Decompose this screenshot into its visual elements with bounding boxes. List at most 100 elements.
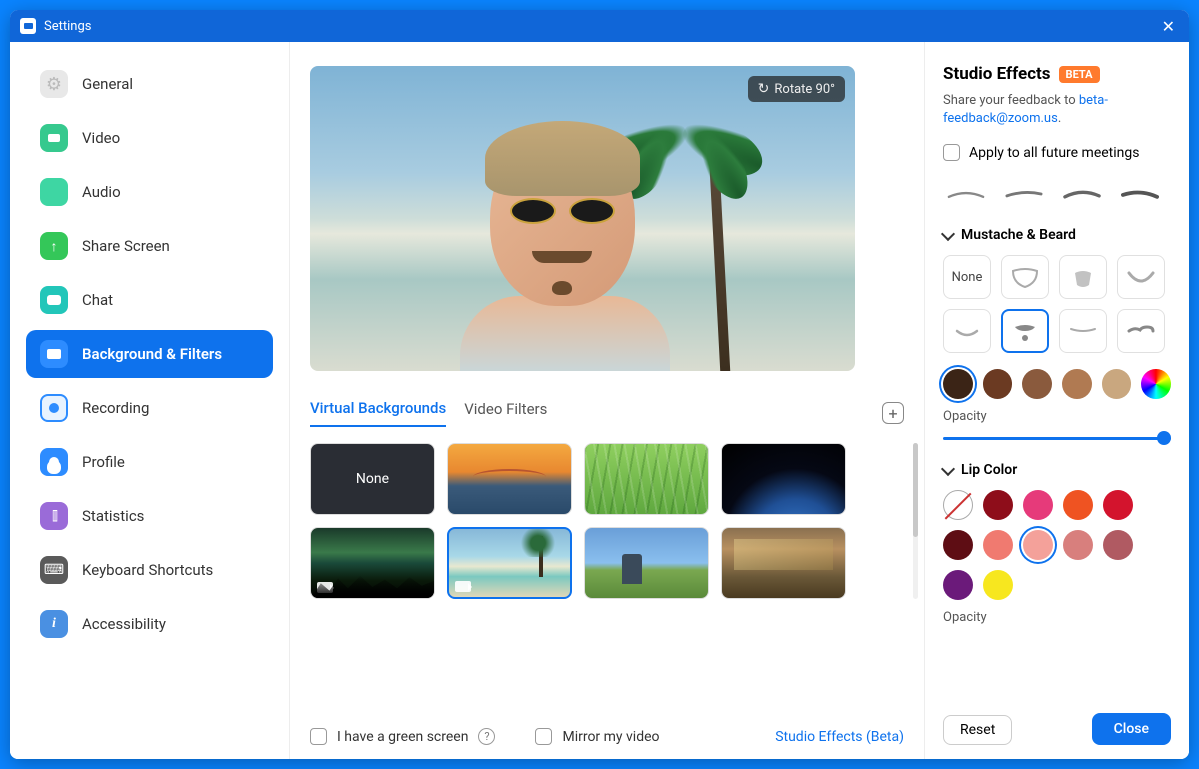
beard-color-wheel[interactable] (1141, 369, 1171, 399)
lip-color-swatch[interactable] (1063, 490, 1093, 520)
video-indicator-icon (455, 581, 471, 592)
sidebar-item-label: Share Screen (82, 237, 170, 255)
right-footer: Reset Close (943, 705, 1171, 745)
scrollbar[interactable] (913, 443, 918, 599)
beard-option-5[interactable] (1001, 309, 1049, 353)
eyebrow-option-3[interactable] (1059, 179, 1105, 209)
beard-color-swatch[interactable] (1062, 369, 1092, 399)
studio-title: Studio Effects (943, 64, 1051, 84)
lip-color-none[interactable] (943, 490, 973, 520)
rotate-button[interactable]: Rotate 90° (748, 76, 845, 102)
gear-icon (40, 70, 68, 98)
share-icon (40, 232, 68, 260)
close-button[interactable]: Close (1092, 713, 1171, 745)
sidebar-item-label: Keyboard Shortcuts (82, 561, 213, 579)
lip-color-swatch[interactable] (1063, 530, 1093, 560)
mirror-checkbox[interactable] (535, 728, 552, 745)
beard-option-2[interactable] (1059, 255, 1107, 299)
sidebar-item-background-filters[interactable]: Background & Filters (26, 330, 273, 378)
mustache-section-title: Mustache & Beard (961, 227, 1076, 243)
feedback-text: Share your feedback to beta-feedback@zoo… (943, 92, 1171, 128)
lip-color-swatch[interactable] (983, 490, 1013, 520)
rotate-label: Rotate 90° (774, 82, 835, 97)
background-tile-earth[interactable] (721, 443, 846, 515)
eyebrow-option-1[interactable] (943, 179, 989, 209)
close-icon[interactable]: ✕ (1158, 13, 1179, 40)
chat-icon (40, 286, 68, 314)
sidebar-item-profile[interactable]: Profile (26, 438, 273, 486)
beard-color-swatch[interactable] (1022, 369, 1052, 399)
beard-option-4[interactable] (943, 309, 991, 353)
sidebar-item-recording[interactable]: Recording (26, 384, 273, 432)
lip-section-header[interactable]: Lip Color (943, 462, 1171, 478)
lip-color-swatch[interactable] (943, 570, 973, 600)
green-screen-checkbox[interactable] (310, 728, 327, 745)
sidebar-item-audio[interactable]: Audio (26, 168, 273, 216)
lip-color-swatch[interactable] (1103, 530, 1133, 560)
lip-color-swatch[interactable] (943, 530, 973, 560)
opacity-slider[interactable] (943, 430, 1171, 446)
lip-color-swatch[interactable] (1023, 530, 1053, 560)
studio-effects-link[interactable]: Studio Effects (Beta) (775, 729, 904, 745)
beard-color-swatch[interactable] (1102, 369, 1132, 399)
eyebrow-option-2[interactable] (1001, 179, 1047, 209)
tab-video-filters[interactable]: Video Filters (464, 400, 547, 426)
beard-color-row (943, 369, 1171, 399)
add-background-button[interactable]: + (882, 402, 904, 424)
beard-option-6[interactable] (1059, 309, 1107, 353)
slider-thumb[interactable] (1157, 431, 1171, 445)
content: General Video Audio Share Screen Chat Ba… (10, 42, 1189, 759)
statistics-icon (40, 502, 68, 530)
sidebar-item-chat[interactable]: Chat (26, 276, 273, 324)
app-icon (20, 18, 36, 34)
eyebrow-row (943, 179, 1171, 209)
sidebar-item-label: Audio (82, 183, 121, 201)
lip-color-swatch[interactable] (983, 570, 1013, 600)
keyboard-icon (40, 556, 68, 584)
background-tile-room[interactable] (721, 527, 846, 599)
sidebar-item-keyboard-shortcuts[interactable]: Keyboard Shortcuts (26, 546, 273, 594)
beard-option-7[interactable] (1117, 309, 1165, 353)
sidebar-item-accessibility[interactable]: Accessibility (26, 600, 273, 648)
lip-color-swatch[interactable] (1103, 490, 1133, 520)
opacity2-label: Opacity (943, 610, 1171, 625)
background-tile-none[interactable]: None (310, 443, 435, 515)
opacity-label: Opacity (943, 409, 1171, 424)
background-tile-grass[interactable] (584, 443, 709, 515)
eyebrow-option-4[interactable] (1117, 179, 1163, 209)
beard-color-swatch[interactable] (983, 369, 1013, 399)
lip-color-swatch[interactable] (1023, 490, 1053, 520)
background-tile-aurora[interactable] (310, 527, 435, 599)
apply-all-label: Apply to all future meetings (969, 145, 1139, 161)
apply-all-checkbox[interactable] (943, 144, 960, 161)
profile-icon (40, 448, 68, 476)
feedback-prefix: Share your feedback to (943, 93, 1079, 108)
studio-header: Studio Effects BETA (943, 64, 1171, 84)
reset-button[interactable]: Reset (943, 715, 1012, 745)
lip-color-swatch[interactable] (983, 530, 1013, 560)
video-preview: Rotate 90° (310, 66, 855, 371)
background-tile-bridge[interactable] (447, 443, 572, 515)
video-icon (40, 124, 68, 152)
sidebar-item-label: Statistics (82, 507, 144, 525)
sidebar-item-share-screen[interactable]: Share Screen (26, 222, 273, 270)
titlebar[interactable]: Settings ✕ (10, 10, 1189, 42)
tab-virtual-backgrounds[interactable]: Virtual Backgrounds (310, 399, 446, 427)
settings-window: Settings ✕ General Video Audio Share Scr… (10, 10, 1189, 759)
sidebar-item-label: Chat (82, 291, 113, 309)
background-tile-animation[interactable] (584, 527, 709, 599)
mustache-section-header[interactable]: Mustache & Beard (943, 227, 1171, 243)
background-tile-beach[interactable] (447, 527, 572, 599)
beard-grid: None (943, 255, 1171, 353)
beard-option-none[interactable]: None (943, 255, 991, 299)
sidebar-item-label: Video (82, 129, 120, 147)
sidebar-item-video[interactable]: Video (26, 114, 273, 162)
beard-color-swatch[interactable] (943, 369, 973, 399)
sidebar: General Video Audio Share Screen Chat Ba… (10, 42, 290, 759)
sidebar-item-label: Recording (82, 399, 149, 417)
beard-option-1[interactable] (1001, 255, 1049, 299)
help-icon[interactable]: ? (478, 728, 495, 745)
sidebar-item-general[interactable]: General (26, 60, 273, 108)
beard-option-3[interactable] (1117, 255, 1165, 299)
sidebar-item-statistics[interactable]: Statistics (26, 492, 273, 540)
